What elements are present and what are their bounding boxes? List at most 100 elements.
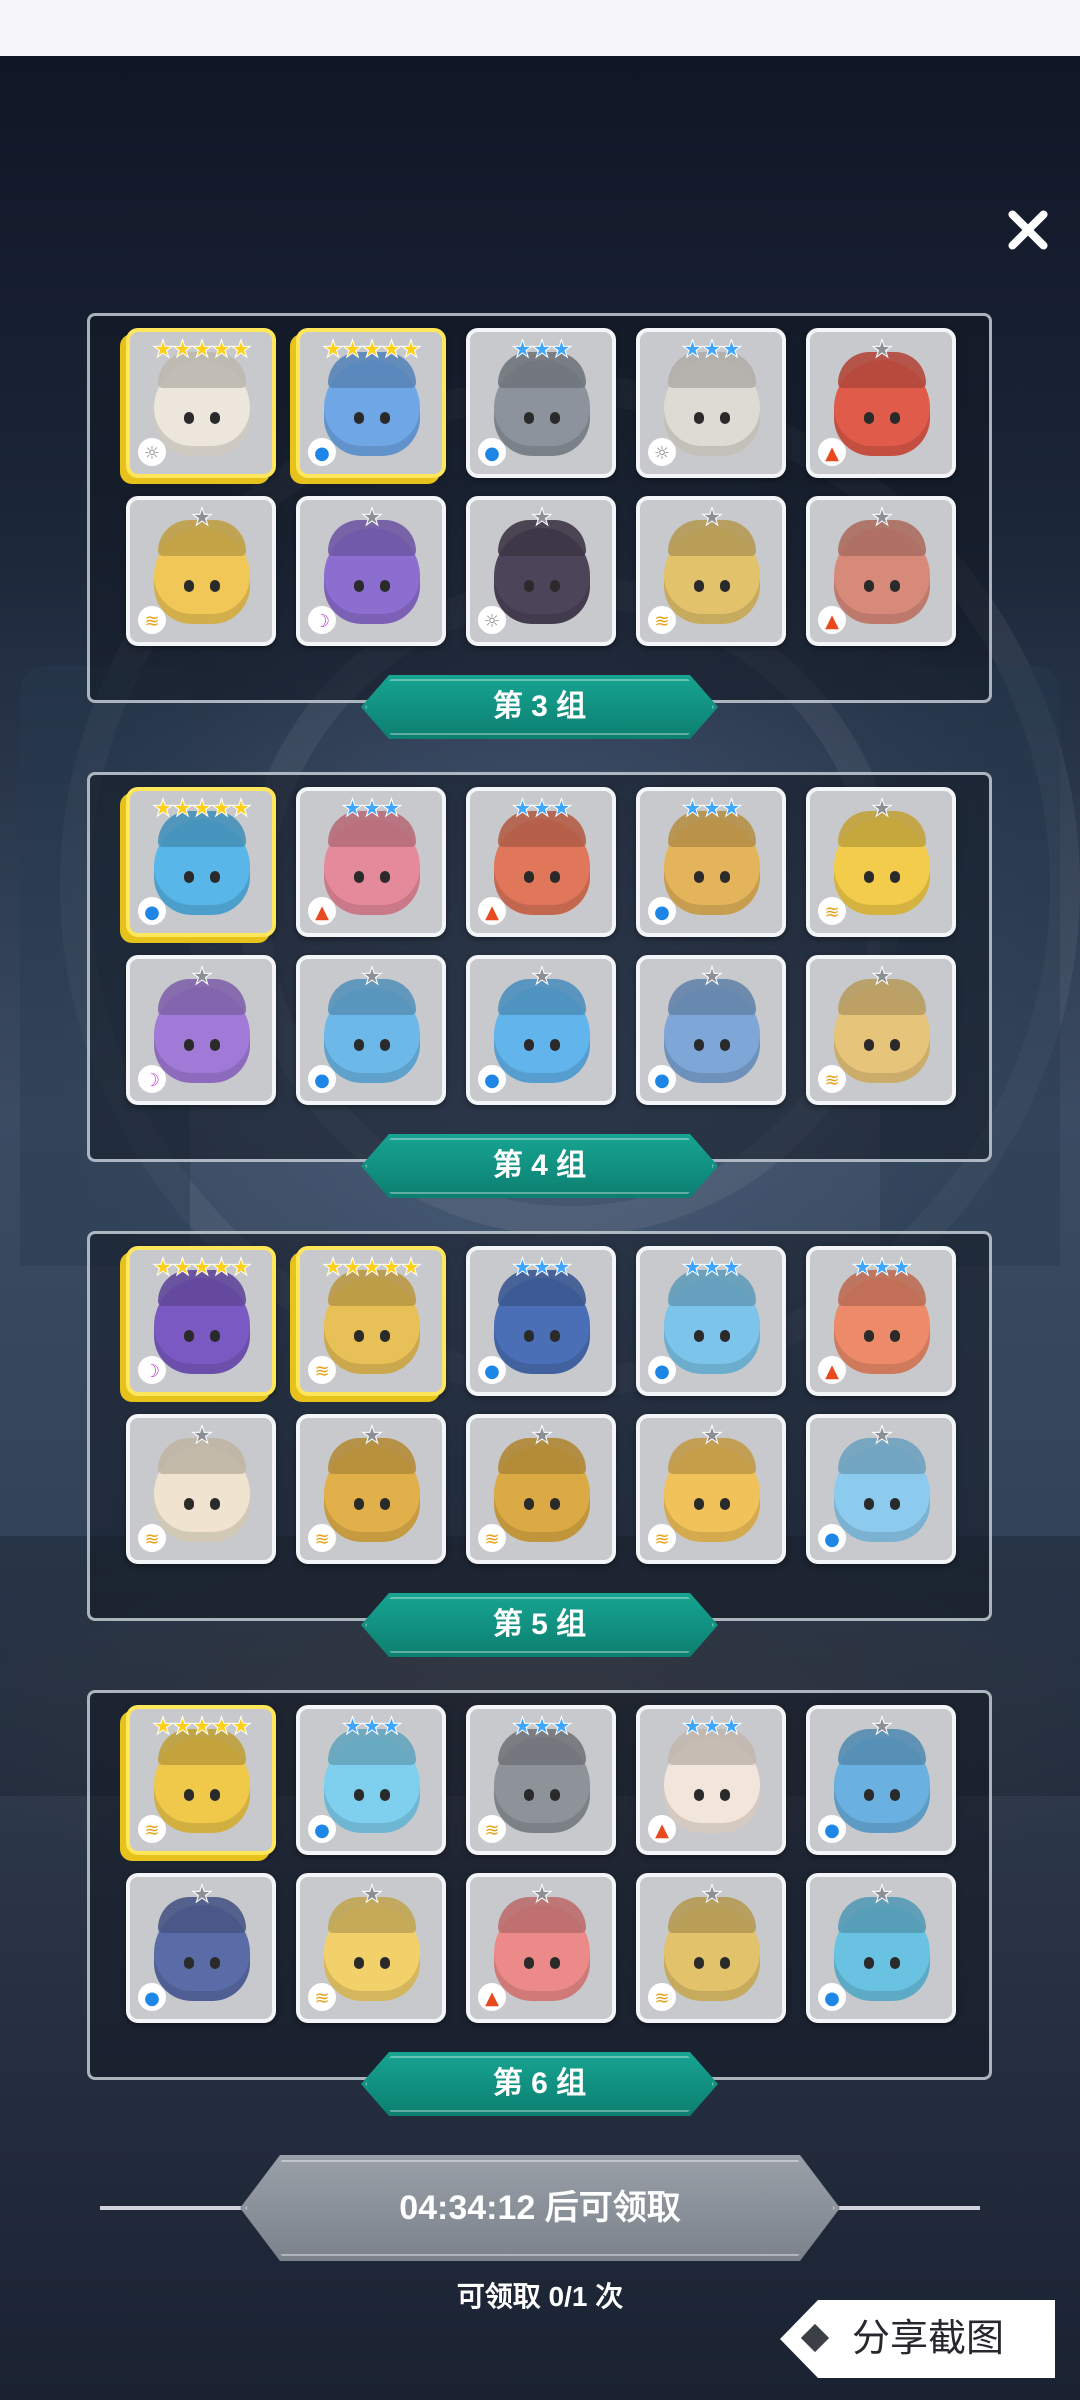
hero-card[interactable]: ★★★ ▲ bbox=[636, 1705, 786, 1855]
star-rating: ★★★★★ bbox=[152, 1712, 253, 1740]
wind-element-icon: ≋ bbox=[648, 1524, 676, 1552]
card-grid: ★★★★★ ☽ ★★★★★ ≋ ★★★ ● ★★★ ● ★★★ ▲ ★ ≋ ★ ≋ ★ ≋ ★ ≋ ★ ● bbox=[126, 1246, 956, 1564]
hero-card[interactable]: ★ ● bbox=[466, 955, 616, 1105]
hero-card[interactable]: ★ ☽ bbox=[296, 496, 446, 646]
fire-element-icon: ▲ bbox=[818, 438, 846, 466]
hero-card[interactable]: ★★★ ▲ bbox=[296, 787, 446, 937]
hero-card[interactable]: ★★★ ≋ bbox=[466, 1705, 616, 1855]
hero-card[interactable]: ★★★ ▲ bbox=[466, 787, 616, 937]
hero-card[interactable]: ★★★★★ ≋ bbox=[126, 1705, 276, 1855]
star-rating: ★ bbox=[531, 962, 554, 990]
hero-card[interactable]: ★★★★★ ≋ bbox=[296, 1246, 446, 1396]
hero-card[interactable]: ★ ● bbox=[806, 1873, 956, 2023]
card-grid: ★★★★★ ☼ ★★★★★ ● ★★★ ● ★★★ ☼ ★ ▲ ★ ≋ ★ ☽ ★ ☼ ★ ≋ ★ ▲ bbox=[126, 328, 956, 646]
star-rating: ★ bbox=[871, 1421, 894, 1449]
water-element-icon: ● bbox=[308, 1065, 336, 1093]
water-element-icon: ● bbox=[138, 897, 166, 925]
water-element-icon: ● bbox=[478, 438, 506, 466]
star-rating: ★ bbox=[531, 1880, 554, 1908]
hero-card[interactable]: ★ ≋ bbox=[806, 955, 956, 1105]
hero-card[interactable]: ★★★ ● bbox=[636, 787, 786, 937]
star-rating: ★ bbox=[191, 962, 214, 990]
star-rating: ★★★ bbox=[681, 1712, 743, 1740]
water-element-icon: ● bbox=[818, 1983, 846, 2011]
hero-card[interactable]: ★★★★★ ● bbox=[296, 328, 446, 478]
hero-card[interactable]: ★ ● bbox=[806, 1414, 956, 1564]
star-rating: ★ bbox=[191, 1880, 214, 1908]
hero-card[interactable]: ★★★ ● bbox=[466, 1246, 616, 1396]
hero-card[interactable]: ★ ● bbox=[806, 1705, 956, 1855]
hero-card[interactable]: ★ ≋ bbox=[296, 1414, 446, 1564]
group-label: 第 3 组 bbox=[361, 675, 718, 739]
close-button[interactable] bbox=[998, 200, 1058, 260]
fire-element-icon: ▲ bbox=[308, 897, 336, 925]
wind-element-icon: ≋ bbox=[818, 1065, 846, 1093]
hero-card[interactable]: ★ ▲ bbox=[806, 496, 956, 646]
group-label: 第 6 组 bbox=[361, 2052, 718, 2116]
water-element-icon: ● bbox=[308, 1815, 336, 1843]
hero-card[interactable]: ★ ☽ bbox=[126, 955, 276, 1105]
hero-card[interactable]: ★★★ ▲ bbox=[806, 1246, 956, 1396]
light-element-icon: ☼ bbox=[478, 606, 506, 634]
fire-element-icon: ▲ bbox=[818, 606, 846, 634]
water-element-icon: ● bbox=[818, 1524, 846, 1552]
group-panel: ★★★★★ ≋ ★★★ ● ★★★ ≋ ★★★ ▲ ★ ● ★ ● ★ ≋ ★ ▲ ★ ≋ ★ ● bbox=[87, 1690, 992, 2080]
star-rating: ★★★ bbox=[341, 794, 403, 822]
star-rating: ★★★ bbox=[511, 1712, 573, 1740]
star-rating: ★ bbox=[701, 1880, 724, 1908]
hero-card[interactable]: ★ ≋ bbox=[126, 1414, 276, 1564]
hero-card[interactable]: ★ ☼ bbox=[466, 496, 616, 646]
star-rating: ★ bbox=[361, 1880, 384, 1908]
status-bar bbox=[0, 0, 1080, 56]
star-rating: ★★★ bbox=[511, 1253, 573, 1281]
star-rating: ★ bbox=[871, 1880, 894, 1908]
star-rating: ★ bbox=[871, 962, 894, 990]
share-screenshot-button[interactable]: 分享截图 bbox=[780, 2300, 1055, 2378]
star-rating: ★ bbox=[361, 962, 384, 990]
star-rating: ★ bbox=[871, 335, 894, 363]
star-rating: ★★★★★ bbox=[152, 794, 253, 822]
light-element-icon: ☼ bbox=[648, 438, 676, 466]
hero-card[interactable]: ★★★★★ ☼ bbox=[126, 328, 276, 478]
star-rating: ★★★★★ bbox=[152, 1253, 253, 1281]
wind-element-icon: ≋ bbox=[308, 1356, 336, 1384]
share-button-label: 分享截图 bbox=[852, 2318, 1005, 2360]
star-rating: ★★★★★ bbox=[322, 1253, 423, 1281]
water-element-icon: ● bbox=[648, 1065, 676, 1093]
hero-card[interactable]: ★★★ ● bbox=[296, 1705, 446, 1855]
hero-card[interactable]: ★ ● bbox=[296, 955, 446, 1105]
hero-card[interactable]: ★ ≋ bbox=[636, 1414, 786, 1564]
hero-card[interactable]: ★ ≋ bbox=[296, 1873, 446, 2023]
hero-card[interactable]: ★ ● bbox=[636, 955, 786, 1105]
hero-card[interactable]: ★★★ ● bbox=[466, 328, 616, 478]
star-rating: ★★★ bbox=[681, 794, 743, 822]
hero-card[interactable]: ★★★★★ ☽ bbox=[126, 1246, 276, 1396]
star-rating: ★★★ bbox=[341, 1712, 403, 1740]
hero-card[interactable]: ★ ≋ bbox=[806, 787, 956, 937]
star-rating: ★★★★★ bbox=[152, 335, 253, 363]
hero-card[interactable]: ★ ≋ bbox=[636, 1873, 786, 2023]
star-rating: ★ bbox=[361, 1421, 384, 1449]
star-rating: ★★★ bbox=[511, 335, 573, 363]
hero-card[interactable]: ★ ● bbox=[126, 1873, 276, 2023]
dark-element-icon: ☽ bbox=[308, 606, 336, 634]
wind-element-icon: ≋ bbox=[308, 1983, 336, 2011]
card-grid: ★★★★★ ≋ ★★★ ● ★★★ ≋ ★★★ ▲ ★ ● ★ ● ★ ≋ ★ ▲ ★ ≋ ★ ● bbox=[126, 1705, 956, 2023]
hero-card[interactable]: ★ ≋ bbox=[636, 496, 786, 646]
hero-card[interactable]: ★ ≋ bbox=[466, 1414, 616, 1564]
wind-element-icon: ≋ bbox=[478, 1815, 506, 1843]
hero-card[interactable]: ★ ▲ bbox=[466, 1873, 616, 2023]
star-rating: ★★★ bbox=[511, 794, 573, 822]
claim-timer-button[interactable]: 04:34:12 后可领取 bbox=[240, 2155, 840, 2261]
group-label: 第 4 组 bbox=[361, 1134, 718, 1198]
wind-element-icon: ≋ bbox=[478, 1524, 506, 1552]
hero-card[interactable]: ★★★ ● bbox=[636, 1246, 786, 1396]
divider-line bbox=[100, 2206, 250, 2210]
hero-card[interactable]: ★★★★★ ● bbox=[126, 787, 276, 937]
hero-card[interactable]: ★ ≋ bbox=[126, 496, 276, 646]
hero-card[interactable]: ★★★ ☼ bbox=[636, 328, 786, 478]
wind-element-icon: ≋ bbox=[308, 1524, 336, 1552]
group-panel: ★★★★★ ● ★★★ ▲ ★★★ ▲ ★★★ ● ★ ≋ ★ ☽ ★ ● ★ ● ★ ● ★ ≋ bbox=[87, 772, 992, 1162]
hero-card[interactable]: ★ ▲ bbox=[806, 328, 956, 478]
divider-line bbox=[830, 2206, 980, 2210]
